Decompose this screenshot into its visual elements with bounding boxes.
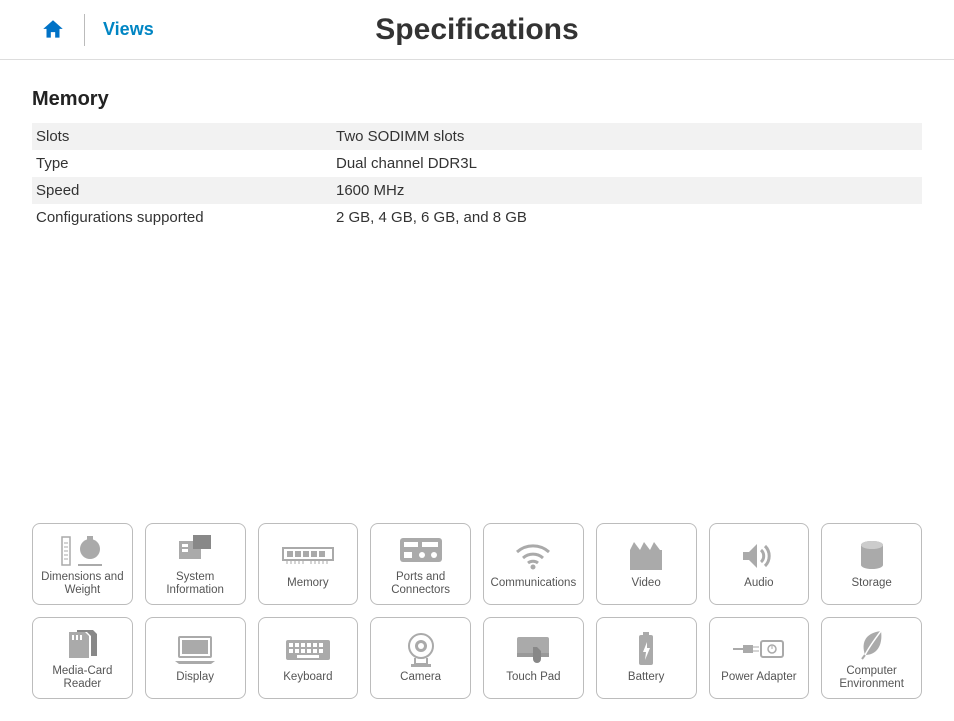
tile-display[interactable]: Display — [145, 617, 246, 699]
tile-label: Camera — [400, 671, 441, 684]
tile-label: Memory — [287, 577, 329, 590]
spec-key: Slots — [32, 123, 332, 150]
tile-label: Communications — [491, 577, 577, 590]
tile-dimensions-weight[interactable]: Dimensions and Weight — [32, 523, 133, 605]
power-adapter-icon — [731, 631, 787, 669]
tile-camera[interactable]: Camera — [370, 617, 471, 699]
ports-connectors-icon — [398, 531, 444, 569]
tile-label: Computer Environment — [824, 665, 919, 691]
spec-value: 2 GB, 4 GB, 6 GB, and 8 GB — [332, 204, 922, 231]
tile-power-adapter[interactable]: Power Adapter — [709, 617, 810, 699]
keyboard-icon — [284, 631, 332, 669]
memory-icon — [281, 537, 335, 575]
nav-row-2: Media-Card Reader Display Keyboard Camer… — [32, 617, 922, 699]
tile-system-information[interactable]: System Information — [145, 523, 246, 605]
tile-media-card-reader[interactable]: Media-Card Reader — [32, 617, 133, 699]
storage-icon — [858, 537, 886, 575]
table-row: Slots Two SODIMM slots — [32, 123, 922, 150]
table-row: Configurations supported 2 GB, 4 GB, 6 G… — [32, 204, 922, 231]
table-row: Type Dual channel DDR3L — [32, 150, 922, 177]
audio-icon — [739, 537, 779, 575]
touch-pad-icon — [513, 631, 553, 669]
tile-battery[interactable]: Battery — [596, 617, 697, 699]
display-icon — [173, 631, 217, 669]
system-information-icon — [175, 531, 215, 569]
nav-grid: Dimensions and Weight System Information… — [0, 523, 954, 711]
spec-key: Speed — [32, 177, 332, 204]
spec-key: Configurations supported — [32, 204, 332, 231]
tile-memory[interactable]: Memory — [258, 523, 359, 605]
views-link[interactable]: Views — [103, 19, 154, 40]
page-title: Specifications — [375, 13, 578, 47]
tile-label: Ports and Connectors — [373, 571, 468, 597]
battery-icon — [636, 631, 656, 669]
section-title: Memory — [32, 88, 922, 111]
tile-label: Keyboard — [283, 671, 332, 684]
tile-label: Dimensions and Weight — [35, 571, 130, 597]
tile-label: System Information — [148, 571, 243, 597]
tile-computer-environment[interactable]: Computer Environment — [821, 617, 922, 699]
tile-label: Audio — [744, 577, 773, 590]
tile-label: Battery — [628, 671, 664, 684]
tile-communications[interactable]: Communications — [483, 523, 584, 605]
tile-label: Storage — [851, 577, 891, 590]
tile-ports-connectors[interactable]: Ports and Connectors — [370, 523, 471, 605]
spec-value: Two SODIMM slots — [332, 123, 922, 150]
media-card-icon — [63, 625, 101, 663]
dimensions-weight-icon — [60, 531, 104, 569]
tile-label: Touch Pad — [506, 671, 560, 684]
camera-icon — [405, 631, 437, 669]
table-row: Speed 1600 MHz — [32, 177, 922, 204]
home-icon[interactable] — [40, 17, 66, 43]
separator — [84, 14, 85, 46]
tile-label: Display — [176, 671, 214, 684]
tile-label: Power Adapter — [721, 671, 796, 684]
tile-video[interactable]: Video — [596, 523, 697, 605]
tile-audio[interactable]: Audio — [709, 523, 810, 605]
tile-keyboard[interactable]: Keyboard — [258, 617, 359, 699]
nav-row-1: Dimensions and Weight System Information… — [32, 523, 922, 605]
spec-key: Type — [32, 150, 332, 177]
tile-label: Video — [632, 577, 661, 590]
video-icon — [626, 537, 666, 575]
spec-value: Dual channel DDR3L — [332, 150, 922, 177]
spec-value: 1600 MHz — [332, 177, 922, 204]
spec-table: Slots Two SODIMM slots Type Dual channel… — [32, 123, 922, 231]
leaf-icon — [857, 625, 887, 663]
tile-touch-pad[interactable]: Touch Pad — [483, 617, 584, 699]
tile-label: Media-Card Reader — [35, 665, 130, 691]
topbar: Views Specifications — [0, 0, 954, 60]
tile-storage[interactable]: Storage — [821, 523, 922, 605]
content-area: Memory Slots Two SODIMM slots Type Dual … — [0, 60, 954, 231]
wifi-icon — [513, 537, 553, 575]
